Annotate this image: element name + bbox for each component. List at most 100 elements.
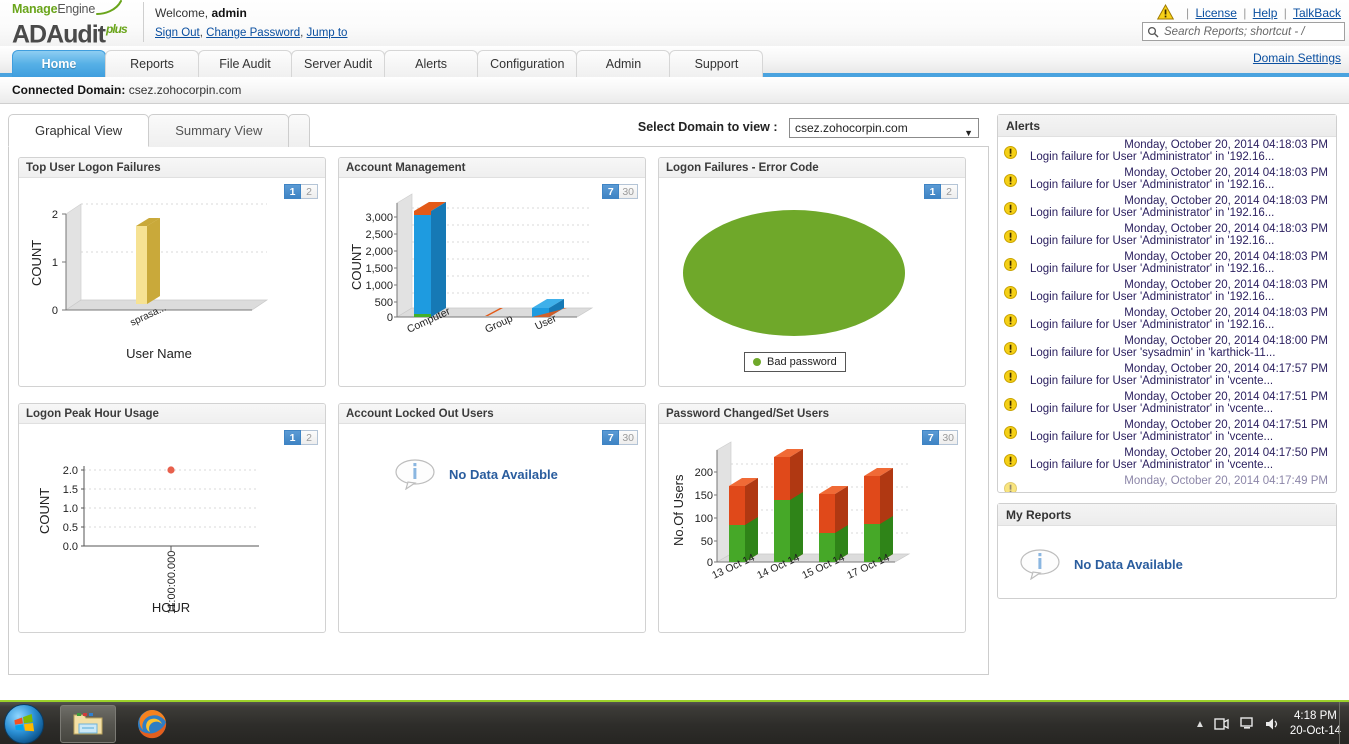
tab-graphical-view-label: Graphical View xyxy=(35,123,123,138)
range-option-off[interactable]: 2 xyxy=(301,430,318,445)
firefox-icon[interactable] xyxy=(124,705,180,743)
alert-exclamation-icon xyxy=(1004,314,1017,327)
svg-text:100: 100 xyxy=(695,513,713,525)
show-desktop-button[interactable] xyxy=(1339,702,1349,744)
windows-start-icon[interactable] xyxy=(4,704,44,744)
page-body: Graphical View Summary View Select Domain… xyxy=(0,104,1349,675)
license-link[interactable]: License xyxy=(1196,6,1237,20)
app-window: ManageEngine ADAuditplus Welcome, admin … xyxy=(0,0,1349,744)
range-option-off[interactable]: 2 xyxy=(301,184,318,199)
header-divider xyxy=(143,2,144,42)
range-option-on[interactable]: 1 xyxy=(924,184,941,199)
nav-tab-admin[interactable]: Admin xyxy=(576,50,671,77)
nav-tab-home-label: Home xyxy=(41,57,77,71)
alert-row[interactable]: Monday, October 20, 2014 04:17:51 PM Log… xyxy=(998,417,1336,445)
warning-triangle-icon[interactable] xyxy=(1156,4,1174,20)
alert-row[interactable]: Monday, October 20, 2014 04:17:51 PM Log… xyxy=(998,389,1336,417)
talkback-link[interactable]: TalkBack xyxy=(1293,6,1341,20)
volume-icon[interactable] xyxy=(1264,716,1281,732)
nav-tab-file-audit-label: File Audit xyxy=(219,57,271,71)
dashboard-column: Graphical View Summary View Select Domain… xyxy=(8,114,989,675)
alert-row[interactable]: Monday, October 20, 2014 04:18:03 PM Log… xyxy=(998,277,1336,305)
domain-select[interactable]: csez.zohocorpin.com ▼ xyxy=(789,118,979,138)
tab-summary-view[interactable]: Summary View xyxy=(148,114,290,147)
tab-graphical-view[interactable]: Graphical View xyxy=(8,114,150,147)
svg-text:2.0: 2.0 xyxy=(63,465,78,477)
bar-17-oct-14 xyxy=(864,468,893,562)
range-option-on[interactable]: 7 xyxy=(922,430,940,445)
card-title: Top User Logon Failures xyxy=(19,158,325,178)
alert-exclamation-icon xyxy=(1004,342,1017,355)
nav-tab-reports[interactable]: Reports xyxy=(105,50,199,77)
alert-message: Login failure for User 'Administrator' i… xyxy=(1030,291,1275,303)
range-option-on[interactable]: 7 xyxy=(602,184,620,199)
card-title: Account Locked Out Users xyxy=(339,404,645,424)
svg-text:COUNT: COUNT xyxy=(349,244,364,290)
svg-text:User Name: User Name xyxy=(126,346,192,361)
nav-tab-home[interactable]: Home xyxy=(12,50,106,86)
alert-row[interactable]: Monday, October 20, 2014 04:18:03 PM Log… xyxy=(998,249,1336,277)
tab-filler xyxy=(288,114,311,147)
alert-row[interactable]: Monday, October 20, 2014 04:18:00 PM Log… xyxy=(998,333,1336,361)
range-option-on[interactable]: 1 xyxy=(284,430,301,445)
card-title: Password Changed/Set Users xyxy=(659,404,965,424)
range-option-off[interactable]: 30 xyxy=(619,430,638,445)
svg-text:COUNT: COUNT xyxy=(29,240,44,286)
range-option-on[interactable]: 1 xyxy=(284,184,301,199)
legend-swatch-bad-password xyxy=(753,358,761,366)
nav-tab-support[interactable]: Support xyxy=(669,50,764,77)
domain-select-value: csez.zohocorpin.com xyxy=(795,121,908,135)
range-option-off[interactable]: 30 xyxy=(939,430,958,445)
card-top-user-logon-failures: Top User Logon Failures 1 2 2 1 0 COUNT … xyxy=(18,157,326,387)
svg-text:COUNT: COUNT xyxy=(37,488,52,534)
nav-tab-server-audit[interactable]: Server Audit xyxy=(291,50,386,77)
monitor-icon[interactable] xyxy=(1239,716,1255,732)
main-navigation: Home Reports File Audit Server Audit Alerts C… xyxy=(0,46,1349,86)
alert-row[interactable]: Monday, October 20, 2014 04:17:49 PM xyxy=(998,473,1336,492)
sign-out-link[interactable]: Sign Out xyxy=(155,27,200,39)
range-toggle: 7 30 xyxy=(602,184,638,199)
range-toggle: 1 2 xyxy=(284,184,318,199)
range-toggle: 1 2 xyxy=(924,184,958,199)
nav-tab-alerts[interactable]: Alerts xyxy=(384,50,479,77)
chevron-up-icon[interactable]: ▲ xyxy=(1195,719,1205,730)
range-option-on[interactable]: 7 xyxy=(602,430,620,445)
nav-tab-file-audit[interactable]: File Audit xyxy=(198,50,292,77)
search-reports-box[interactable] xyxy=(1142,22,1345,41)
alert-row[interactable]: Monday, October 20, 2014 04:18:03 PM Log… xyxy=(998,165,1336,193)
alert-row[interactable]: Monday, October 20, 2014 04:18:03 PM Log… xyxy=(998,221,1336,249)
search-input[interactable] xyxy=(1162,24,1340,39)
alert-time: Monday, October 20, 2014 04:18:00 PM xyxy=(1124,335,1328,347)
card-body: 7 30 No Data Available xyxy=(339,424,645,632)
card-body: 1 2 Bad password xyxy=(659,178,965,386)
alert-row[interactable]: Monday, October 20, 2014 04:17:50 PM Log… xyxy=(998,445,1336,473)
product-name: ADAuditplus xyxy=(12,17,142,47)
alert-row[interactable]: Monday, October 20, 2014 04:18:03 PM Log… xyxy=(998,305,1336,333)
taskbar-clock[interactable]: 4:18 PM 20-Oct-14 xyxy=(1290,709,1341,739)
alert-row[interactable]: Monday, October 20, 2014 04:17:57 PM Log… xyxy=(998,361,1336,389)
jump-to-link[interactable]: Jump to xyxy=(307,27,348,39)
range-toggle: 7 30 xyxy=(602,430,638,445)
nav-tab-configuration[interactable]: Configuration xyxy=(477,50,578,77)
svg-text:0: 0 xyxy=(707,557,713,569)
network-plug-icon[interactable] xyxy=(1214,716,1230,732)
alert-message: Login failure for User 'Administrator' i… xyxy=(1030,151,1275,163)
alert-exclamation-icon xyxy=(1004,398,1017,411)
svg-text:3,000: 3,000 xyxy=(365,212,393,224)
alert-row[interactable]: Monday, October 20, 2014 04:18:03 PM Log… xyxy=(998,137,1336,165)
brand-manage: Manage xyxy=(12,2,58,16)
change-password-link[interactable]: Change Password xyxy=(206,27,300,39)
data-point xyxy=(167,466,175,474)
alerts-panel: Alerts Monday, October 20, 2014 04:18:03… xyxy=(997,114,1337,493)
domain-settings-link[interactable]: Domain Settings xyxy=(1253,51,1341,65)
alerts-list[interactable]: Monday, October 20, 2014 04:18:03 PM Log… xyxy=(998,137,1336,492)
help-link[interactable]: Help xyxy=(1253,6,1278,20)
search-icon xyxy=(1147,26,1159,37)
alert-row[interactable]: Monday, October 20, 2014 04:18:03 PM Log… xyxy=(998,193,1336,221)
range-option-off[interactable]: 2 xyxy=(941,184,958,199)
clock-time: 4:18 PM xyxy=(1294,710,1337,722)
range-option-off[interactable]: 30 xyxy=(619,184,638,199)
alert-time: Monday, October 20, 2014 04:18:03 PM xyxy=(1124,223,1328,235)
welcome-prefix: Welcome, xyxy=(155,6,209,20)
file-explorer-icon[interactable] xyxy=(60,705,116,743)
